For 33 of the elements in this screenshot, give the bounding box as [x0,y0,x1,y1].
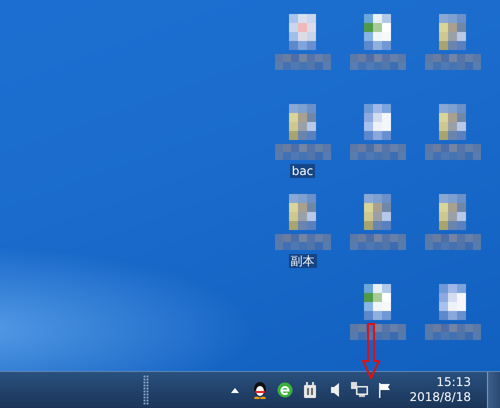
blurred-label [350,324,406,340]
blurred-label [424,144,480,160]
blurred-label [350,144,406,160]
clock[interactable]: 15:13 2018/8/18 [409,375,471,405]
blurred-label [350,54,406,70]
show-desktop-button[interactable] [487,372,500,408]
blurred-label [274,144,330,160]
file-icon[interactable] [364,284,391,320]
blurred-label [424,234,480,250]
file-icon[interactable] [364,194,391,230]
taskbar-grip[interactable] [143,375,149,405]
blurred-label [350,234,406,250]
network-icon[interactable] [351,381,368,399]
file-icon[interactable] [289,194,316,230]
file-icon[interactable] [439,284,466,320]
file-icon[interactable] [289,104,316,140]
power-plug-icon[interactable] [301,381,318,399]
penguin-icon[interactable] [251,381,268,399]
caret-icon [230,388,239,392]
file-icon[interactable] [439,104,466,140]
browser-icon[interactable] [276,381,294,399]
blurred-label [274,234,330,250]
icon-label: bac [290,164,316,178]
icon-label: 副本 [288,254,316,268]
file-icon[interactable] [439,194,466,230]
blurred-label [424,324,480,340]
blurred-label [274,54,330,70]
down-arrow [362,323,380,379]
blurred-label [424,54,480,70]
file-icon[interactable] [364,14,391,50]
file-icon[interactable] [364,104,391,140]
file-icon[interactable] [289,14,316,50]
file-icon[interactable] [439,14,466,50]
